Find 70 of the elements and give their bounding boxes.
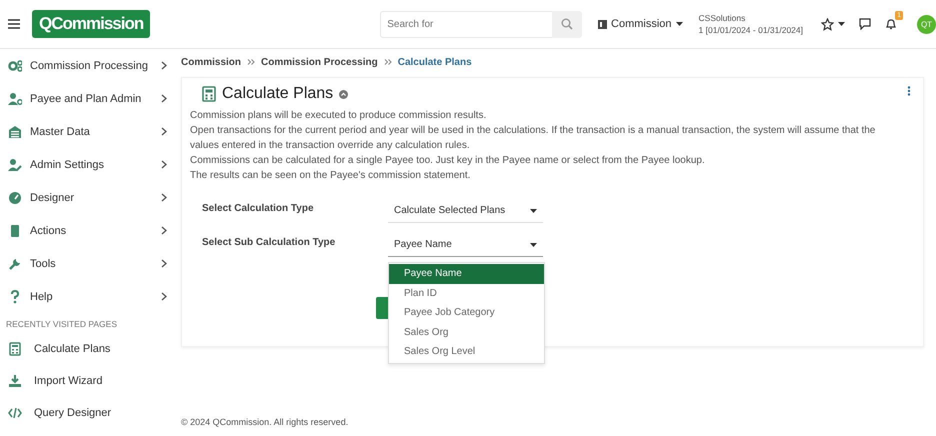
book-icon: [8, 224, 22, 238]
collapse-icon[interactable]: [339, 90, 348, 98]
description-text: The results can be seen on the Payee's commission statement.: [190, 169, 472, 183]
sidebar-item[interactable]: Tools: [0, 247, 175, 280]
dropdown-option[interactable]: Sales Org Level: [389, 342, 544, 362]
page-title: Calculate Plans: [222, 85, 334, 103]
dropdown-option[interactable]: Payee Job Category: [389, 303, 544, 322]
breadcrumb-link[interactable]: Commission: [181, 56, 242, 68]
chevron-icon: [161, 127, 167, 136]
chevron-icon: [161, 193, 167, 202]
user-icon: [8, 92, 22, 106]
breadcrumb-separator-icon: [247, 59, 256, 65]
caret-icon: [676, 22, 683, 26]
sidebar-item[interactable]: Designer: [0, 181, 175, 214]
chat-icon[interactable]: [859, 18, 871, 30]
description-text: Commission plans will be executed to produce commission results.: [190, 109, 488, 123]
recent-page-link[interactable]: Query Designer: [0, 397, 175, 429]
breadcrumb-separator-icon: [384, 59, 392, 65]
breadcrumb-link[interactable]: Calculate Plans: [398, 56, 472, 68]
caret-icon: [530, 208, 537, 212]
chevron-icon: [161, 61, 167, 70]
archive-icon: [8, 124, 22, 138]
caret-icon: [530, 242, 537, 246]
caret-icon: [838, 22, 845, 26]
help-icon: [8, 290, 22, 304]
section-heading: RECENTLY VISITED PAGES: [5, 318, 118, 331]
dropdown-option[interactable]: Sales Org: [389, 322, 544, 342]
period-text: 1 [01/01/2024 - 01/31/2024]: [698, 24, 803, 36]
description-text: Commissions can be calculated for a single Payee too. Just key in the Payee name or select from the Payee lookup.: [190, 154, 706, 168]
sidebar-item[interactable]: Payee and Plan Admin: [0, 82, 175, 115]
search-field[interactable]: Search for: [380, 10, 552, 38]
chevron-icon: [161, 292, 167, 301]
description-text: Open transactions for the current period and year will be used in the calculations. If the transaction is a manual transaction, the system will assume that the values entered in the transaction override any calculation rules.: [190, 124, 876, 153]
wrench-icon: [8, 256, 22, 270]
brand-logo[interactable]: QCommission: [32, 10, 150, 38]
calculator-icon: [202, 86, 216, 102]
gauge-icon: [8, 190, 22, 204]
sidebar-item[interactable]: Help: [0, 280, 175, 313]
dropdown-option[interactable]: Plan ID: [389, 284, 544, 303]
sidebar-item[interactable]: Commission Processing: [0, 49, 175, 82]
notification-button[interactable]: [885, 18, 897, 30]
sidebar-item[interactable]: Actions: [0, 214, 175, 247]
select-dropdown[interactable]: Calculate Selected Plans: [388, 199, 543, 223]
gears-icon: [8, 58, 22, 72]
sidebar-item[interactable]: Master Data: [0, 115, 175, 148]
sidebar-item[interactable]: Admin Settings: [0, 148, 175, 181]
search-button[interactable]: [552, 10, 582, 38]
download-icon: [8, 374, 22, 388]
module-icon: [598, 20, 608, 28]
company-name: CSSolutions: [698, 12, 746, 24]
search-icon: [561, 18, 574, 30]
user-edit-icon: [8, 158, 22, 172]
chevron-icon: [161, 226, 167, 235]
module-dropdown[interactable]: Commission: [598, 18, 683, 30]
recent-page-link[interactable]: Import Wizard: [0, 365, 175, 397]
footer-text: © 2024 QCommission. All rights reserved.: [181, 417, 350, 427]
field-label: Select Calculation Type: [202, 202, 315, 214]
chevron-icon: [161, 94, 167, 103]
breadcrumb-link[interactable]: Commission Processing: [261, 56, 378, 68]
chevron-icon: [161, 259, 167, 268]
menu-icon[interactable]: [8, 19, 20, 29]
select-dropdown[interactable]: Payee Name: [388, 233, 543, 257]
code-icon: [8, 406, 22, 420]
recent-page-link[interactable]: Calculate Plans: [0, 333, 175, 365]
favorites-button[interactable]: [821, 18, 845, 30]
calculator-icon: [8, 342, 22, 356]
more-options-icon[interactable]: [907, 86, 911, 96]
dropdown-option[interactable]: Payee Name: [389, 264, 544, 284]
chevron-icon: [161, 160, 167, 169]
field-label: Select Sub Calculation Type: [202, 236, 336, 248]
